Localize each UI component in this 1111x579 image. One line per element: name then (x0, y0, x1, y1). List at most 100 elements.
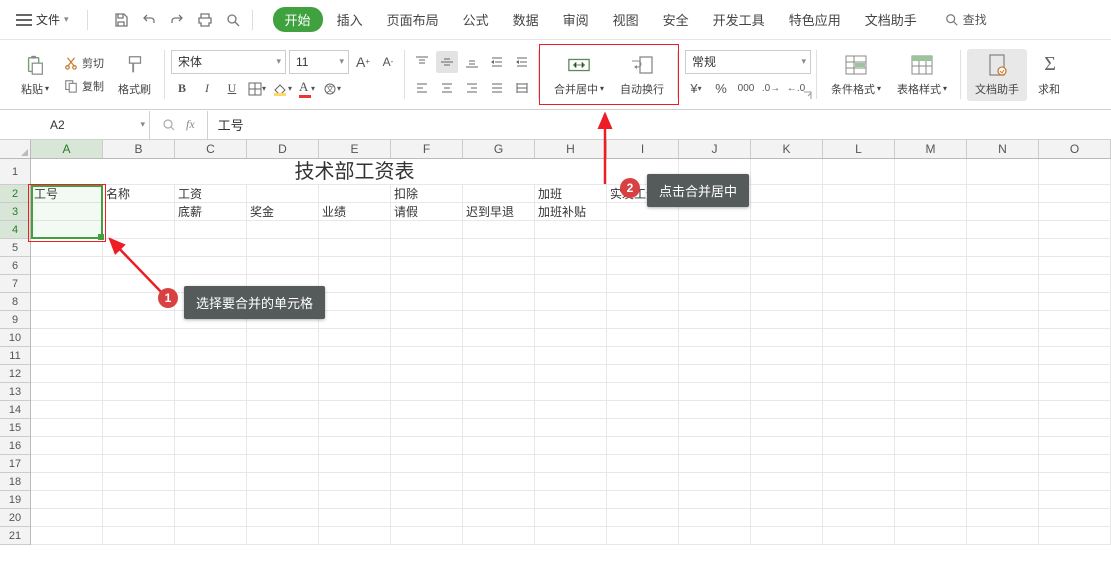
cell-B5[interactable] (103, 239, 175, 257)
cell-C11[interactable] (175, 347, 247, 365)
cell-L8[interactable] (823, 293, 895, 311)
cell-M4[interactable] (895, 221, 967, 239)
cell-D4[interactable] (247, 221, 319, 239)
cell-A5[interactable] (31, 239, 103, 257)
cell-F12[interactable] (391, 365, 463, 383)
cell-M5[interactable] (895, 239, 967, 257)
col-header-G[interactable]: G (463, 140, 535, 158)
row-header-18[interactable]: 18 (0, 473, 30, 491)
col-header-L[interactable]: L (823, 140, 895, 158)
indent-decrease-button[interactable] (486, 51, 508, 73)
row-header-21[interactable]: 21 (0, 527, 30, 545)
cell-E16[interactable] (319, 437, 391, 455)
bold-button[interactable]: B (171, 78, 193, 100)
cell-M3[interactable] (895, 203, 967, 221)
cell-E2[interactable] (319, 185, 391, 203)
cell-G2[interactable] (463, 185, 535, 203)
cell-L3[interactable] (823, 203, 895, 221)
col-header-H[interactable]: H (535, 140, 607, 158)
row-header-3[interactable]: 3 (0, 203, 30, 221)
cell-E9[interactable] (319, 311, 391, 329)
cell-B14[interactable] (103, 401, 175, 419)
cell-J18[interactable] (679, 473, 751, 491)
cell-A6[interactable] (31, 257, 103, 275)
cell-D19[interactable] (247, 491, 319, 509)
cell-L13[interactable] (823, 383, 895, 401)
cell-H2[interactable]: 加班 (535, 185, 607, 203)
cell-M21[interactable] (895, 527, 967, 545)
cell-L9[interactable] (823, 311, 895, 329)
cut-button[interactable]: 剪切 (60, 53, 108, 73)
cell-C13[interactable] (175, 383, 247, 401)
percent-button[interactable]: % (710, 78, 732, 100)
cell-G10[interactable] (463, 329, 535, 347)
cell-L21[interactable] (823, 527, 895, 545)
col-header-N[interactable]: N (967, 140, 1039, 158)
row-header-12[interactable]: 12 (0, 365, 30, 383)
cell-C14[interactable] (175, 401, 247, 419)
col-header-O[interactable]: O (1039, 140, 1111, 158)
cell-I16[interactable] (607, 437, 679, 455)
cell-A2[interactable]: 工号 (31, 185, 103, 203)
cell-J21[interactable] (679, 527, 751, 545)
cell-M10[interactable] (895, 329, 967, 347)
cell-M6[interactable] (895, 257, 967, 275)
cell-G16[interactable] (463, 437, 535, 455)
cell-N17[interactable] (967, 455, 1039, 473)
row-header-16[interactable]: 16 (0, 437, 30, 455)
cell-N7[interactable] (967, 275, 1039, 293)
cell-K21[interactable] (751, 527, 823, 545)
cell-I9[interactable] (607, 311, 679, 329)
cell-H8[interactable] (535, 293, 607, 311)
cell-A9[interactable] (31, 311, 103, 329)
cell-D10[interactable] (247, 329, 319, 347)
cell-I20[interactable] (607, 509, 679, 527)
align-middle-button[interactable] (436, 51, 458, 73)
col-header-D[interactable]: D (247, 140, 319, 158)
cell-O6[interactable] (1039, 257, 1111, 275)
phonetic-button[interactable]: 文▾ (321, 78, 343, 100)
font-name-combo[interactable]: 宋体▾ (171, 50, 286, 74)
file-menu-button[interactable]: 文件 ▾ (8, 7, 77, 32)
cell-I11[interactable] (607, 347, 679, 365)
cell-J13[interactable] (679, 383, 751, 401)
cell-K4[interactable] (751, 221, 823, 239)
cell-O20[interactable] (1039, 509, 1111, 527)
cell-K10[interactable] (751, 329, 823, 347)
cell-L18[interactable] (823, 473, 895, 491)
cell-N5[interactable] (967, 239, 1039, 257)
cell-B17[interactable] (103, 455, 175, 473)
cell-L16[interactable] (823, 437, 895, 455)
cell-F18[interactable] (391, 473, 463, 491)
cell-E5[interactable] (319, 239, 391, 257)
cell-D17[interactable] (247, 455, 319, 473)
cell-N15[interactable] (967, 419, 1039, 437)
cell-K9[interactable] (751, 311, 823, 329)
cell-A20[interactable] (31, 509, 103, 527)
tab-review[interactable]: 审阅 (553, 6, 599, 33)
cell-O15[interactable] (1039, 419, 1111, 437)
cell-G7[interactable] (463, 275, 535, 293)
align-right-button[interactable] (461, 77, 483, 99)
cell-J5[interactable] (679, 239, 751, 257)
cell-K2[interactable] (751, 185, 823, 203)
cell-L7[interactable] (823, 275, 895, 293)
cell-B9[interactable] (103, 311, 175, 329)
col-header-J[interactable]: J (679, 140, 751, 158)
cell-J14[interactable] (679, 401, 751, 419)
cell-L20[interactable] (823, 509, 895, 527)
title-cell[interactable]: 技术部工资表 (31, 159, 679, 185)
cell-H6[interactable] (535, 257, 607, 275)
row-header-2[interactable]: 2 (0, 185, 30, 203)
cell-G15[interactable] (463, 419, 535, 437)
cell-J15[interactable] (679, 419, 751, 437)
cell-H10[interactable] (535, 329, 607, 347)
row-header-8[interactable]: 8 (0, 293, 30, 311)
cell-N3[interactable] (967, 203, 1039, 221)
tab-layout[interactable]: 页面布局 (377, 6, 449, 33)
cell-F13[interactable] (391, 383, 463, 401)
cell-J6[interactable] (679, 257, 751, 275)
cell-H14[interactable] (535, 401, 607, 419)
cell-E11[interactable] (319, 347, 391, 365)
tab-start[interactable]: 开始 (273, 7, 323, 32)
